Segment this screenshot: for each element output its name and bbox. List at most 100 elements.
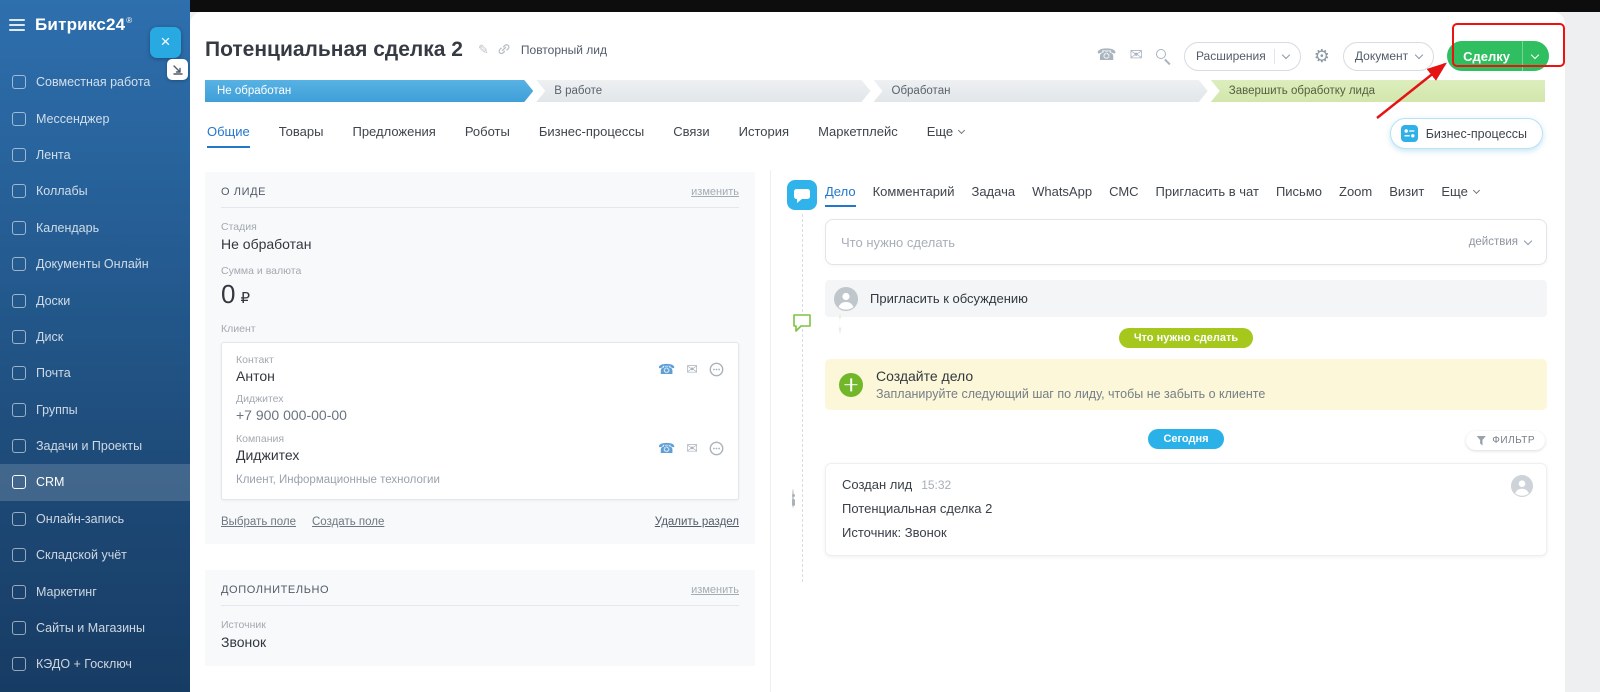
stage-processed[interactable]: Обработан bbox=[874, 80, 1208, 102]
sidebar-item-tasks[interactable]: Задачи и Проекты bbox=[0, 428, 190, 464]
tab-history[interactable]: История bbox=[739, 124, 789, 146]
company-name[interactable]: Диджитех bbox=[236, 447, 299, 463]
chevron-down-icon bbox=[1473, 186, 1480, 193]
amount-field-label: Сумма и валюта bbox=[221, 265, 739, 277]
stage-label: Завершить обработку лида bbox=[1229, 85, 1375, 97]
sidebar-item-sites[interactable]: Сайты и Магазины bbox=[0, 610, 190, 646]
mail-icon[interactable]: ✉ bbox=[686, 441, 698, 455]
warehouse-icon bbox=[12, 548, 26, 562]
sidebar-item-label: Доски bbox=[36, 294, 70, 308]
create-deal-dropdown[interactable] bbox=[1523, 41, 1549, 71]
create-field-link[interactable]: Создать поле bbox=[312, 516, 384, 528]
timeline-tab-email[interactable]: Письмо bbox=[1276, 184, 1322, 205]
gear-icon[interactable]: ⚙ bbox=[1314, 47, 1330, 65]
sidebar-item-collabs[interactable]: Коллабы bbox=[0, 173, 190, 209]
edit-section-link[interactable]: изменить bbox=[691, 186, 739, 198]
timeline-tab-zoom[interactable]: Zoom bbox=[1339, 184, 1372, 205]
tab-products[interactable]: Товары bbox=[279, 124, 324, 146]
tab-marketplace[interactable]: Маркетплейс bbox=[818, 124, 898, 146]
business-processes-button[interactable]: Бизнес-процессы bbox=[1390, 118, 1543, 149]
tab-connections[interactable]: Связи bbox=[673, 124, 709, 146]
tab-quotes[interactable]: Предложения bbox=[352, 124, 435, 146]
entry-time: 15:32 bbox=[921, 478, 951, 492]
todo-input[interactable] bbox=[841, 235, 1469, 250]
tab-general[interactable]: Общие bbox=[207, 124, 250, 148]
select-field-link[interactable]: Выбрать поле bbox=[221, 516, 296, 528]
edit-title-icon[interactable]: ✎ bbox=[478, 42, 489, 58]
create-deal-button[interactable]: Сделку bbox=[1447, 41, 1549, 71]
discussion-icon[interactable] bbox=[790, 310, 814, 339]
tab-robots[interactable]: Роботы bbox=[465, 124, 510, 146]
stage-field-value[interactable]: Не обработан bbox=[221, 236, 311, 252]
contact-phone[interactable]: +7 900 000-00-00 bbox=[236, 407, 724, 423]
contact-info: Контакт Антон bbox=[236, 354, 275, 384]
document-button[interactable]: Документ bbox=[1343, 42, 1434, 71]
sidebar-item-messenger[interactable]: Мессенджер bbox=[0, 100, 190, 136]
timeline-tab-more[interactable]: Еще bbox=[1441, 184, 1478, 205]
sidebar-item-boards[interactable]: Доски bbox=[0, 282, 190, 318]
mail-icon[interactable]: ✉ bbox=[1130, 48, 1143, 64]
search-icon-circle bbox=[1156, 49, 1166, 59]
sidebar-item-label: Совместная работа bbox=[36, 75, 150, 89]
sidebar-item-disk[interactable]: Диск bbox=[0, 319, 190, 355]
sidebar-item-label: CRM bbox=[36, 475, 64, 489]
copy-link-icon[interactable] bbox=[497, 42, 511, 61]
timeline-tab-sms[interactable]: СМС bbox=[1109, 184, 1138, 205]
contact-actions: ☎ ✉ bbox=[658, 362, 724, 377]
invite-discussion-label: Пригласить к обсуждению bbox=[870, 291, 1028, 306]
sidebar-item-documents[interactable]: Документы Онлайн bbox=[0, 246, 190, 282]
timeline-tab-invite-chat[interactable]: Пригласить в чат bbox=[1156, 184, 1259, 205]
call-icon[interactable]: ☎ bbox=[658, 441, 675, 455]
slider-close-button[interactable]: × bbox=[150, 27, 181, 58]
sidebar-item-mail[interactable]: Почта bbox=[0, 355, 190, 391]
timeline-tab-whatsapp[interactable]: WhatsApp bbox=[1032, 184, 1092, 205]
timeline-tab-visit[interactable]: Визит bbox=[1389, 184, 1424, 205]
client-card: Контакт Антон ☎ ✉ Диджитех +7 900 000-00… bbox=[221, 342, 739, 500]
stage-finish-processing[interactable]: Завершить обработку лида bbox=[1211, 80, 1545, 102]
messenger-icon[interactable] bbox=[709, 362, 724, 377]
sidebar-item-warehouse[interactable]: Складской учёт bbox=[0, 537, 190, 573]
comment-bubble-icon[interactable] bbox=[787, 180, 817, 215]
sidebar-item-booking[interactable]: Онлайн-запись bbox=[0, 501, 190, 537]
delete-section-link[interactable]: Удалить раздел bbox=[655, 516, 739, 528]
timeline-tab-task[interactable]: Задача bbox=[971, 184, 1015, 205]
source-field-value[interactable]: Звонок bbox=[221, 634, 266, 650]
sidebar-item-kedo[interactable]: КЭДО + Госключ bbox=[0, 646, 190, 682]
actions-dropdown[interactable]: действия bbox=[1469, 236, 1531, 248]
call-icon[interactable]: ☎ bbox=[658, 362, 675, 376]
edit-section-link[interactable]: изменить bbox=[691, 584, 739, 596]
amount-field-value[interactable]: 0 ₽ bbox=[221, 279, 250, 310]
invite-discussion-row[interactable]: Пригласить к обсуждению bbox=[825, 280, 1547, 317]
search-icon[interactable] bbox=[1156, 49, 1171, 64]
contact-name[interactable]: Антон bbox=[236, 368, 275, 384]
stage-in-progress[interactable]: В работе bbox=[536, 80, 870, 102]
entry-lead-name: Потенциальная сделка 2 bbox=[842, 501, 1530, 516]
lead-tabs: Общие Товары Предложения Роботы Бизнес-п… bbox=[207, 124, 964, 148]
timeline-tab-comment[interactable]: Комментарий bbox=[873, 184, 955, 205]
timeline-tab-activity[interactable]: Дело bbox=[825, 184, 856, 207]
add-activity-icon[interactable] bbox=[839, 373, 863, 397]
create-activity-subtitle: Запланируйте следующий шаг по лиду, чтоб… bbox=[876, 387, 1265, 401]
sidebar-item-groups[interactable]: Группы bbox=[0, 392, 190, 428]
tab-more[interactable]: Еще bbox=[927, 124, 964, 146]
call-icon[interactable]: ☎ bbox=[1097, 48, 1117, 64]
extensions-button[interactable]: Расширения bbox=[1184, 42, 1301, 71]
sidebar-item-marketing[interactable]: Маркетинг bbox=[0, 573, 190, 609]
mail-icon[interactable]: ✉ bbox=[686, 362, 698, 376]
extensions-button-label: Расширения bbox=[1196, 49, 1266, 63]
stage-not-processed[interactable]: Не обработан bbox=[205, 80, 533, 102]
sidebar-item-crm[interactable]: CRM bbox=[0, 464, 190, 500]
sidebar-item-feed[interactable]: Лента bbox=[0, 137, 190, 173]
messenger-icon[interactable] bbox=[709, 441, 724, 456]
timeline-entry-card: Создан лид 15:32 Потенциальная сделка 2 … bbox=[825, 463, 1547, 556]
timeline-filter-button[interactable]: ФИЛЬТР bbox=[1466, 431, 1545, 450]
screen: Битрикс24® Совместная работа Мессенджер … bbox=[0, 0, 1600, 692]
sidebar-item-collaboration[interactable]: Совместная работа bbox=[0, 64, 190, 100]
menu-toggle-icon[interactable] bbox=[9, 19, 25, 31]
timeline-connector bbox=[802, 214, 803, 582]
slider-collapse-button[interactable] bbox=[167, 59, 188, 80]
tab-business-processes[interactable]: Бизнес-процессы bbox=[539, 124, 644, 146]
sidebar-item-calendar[interactable]: Календарь bbox=[0, 210, 190, 246]
registered-mark: ® bbox=[126, 16, 132, 25]
app-logo-text: Битрикс24 bbox=[35, 15, 125, 34]
